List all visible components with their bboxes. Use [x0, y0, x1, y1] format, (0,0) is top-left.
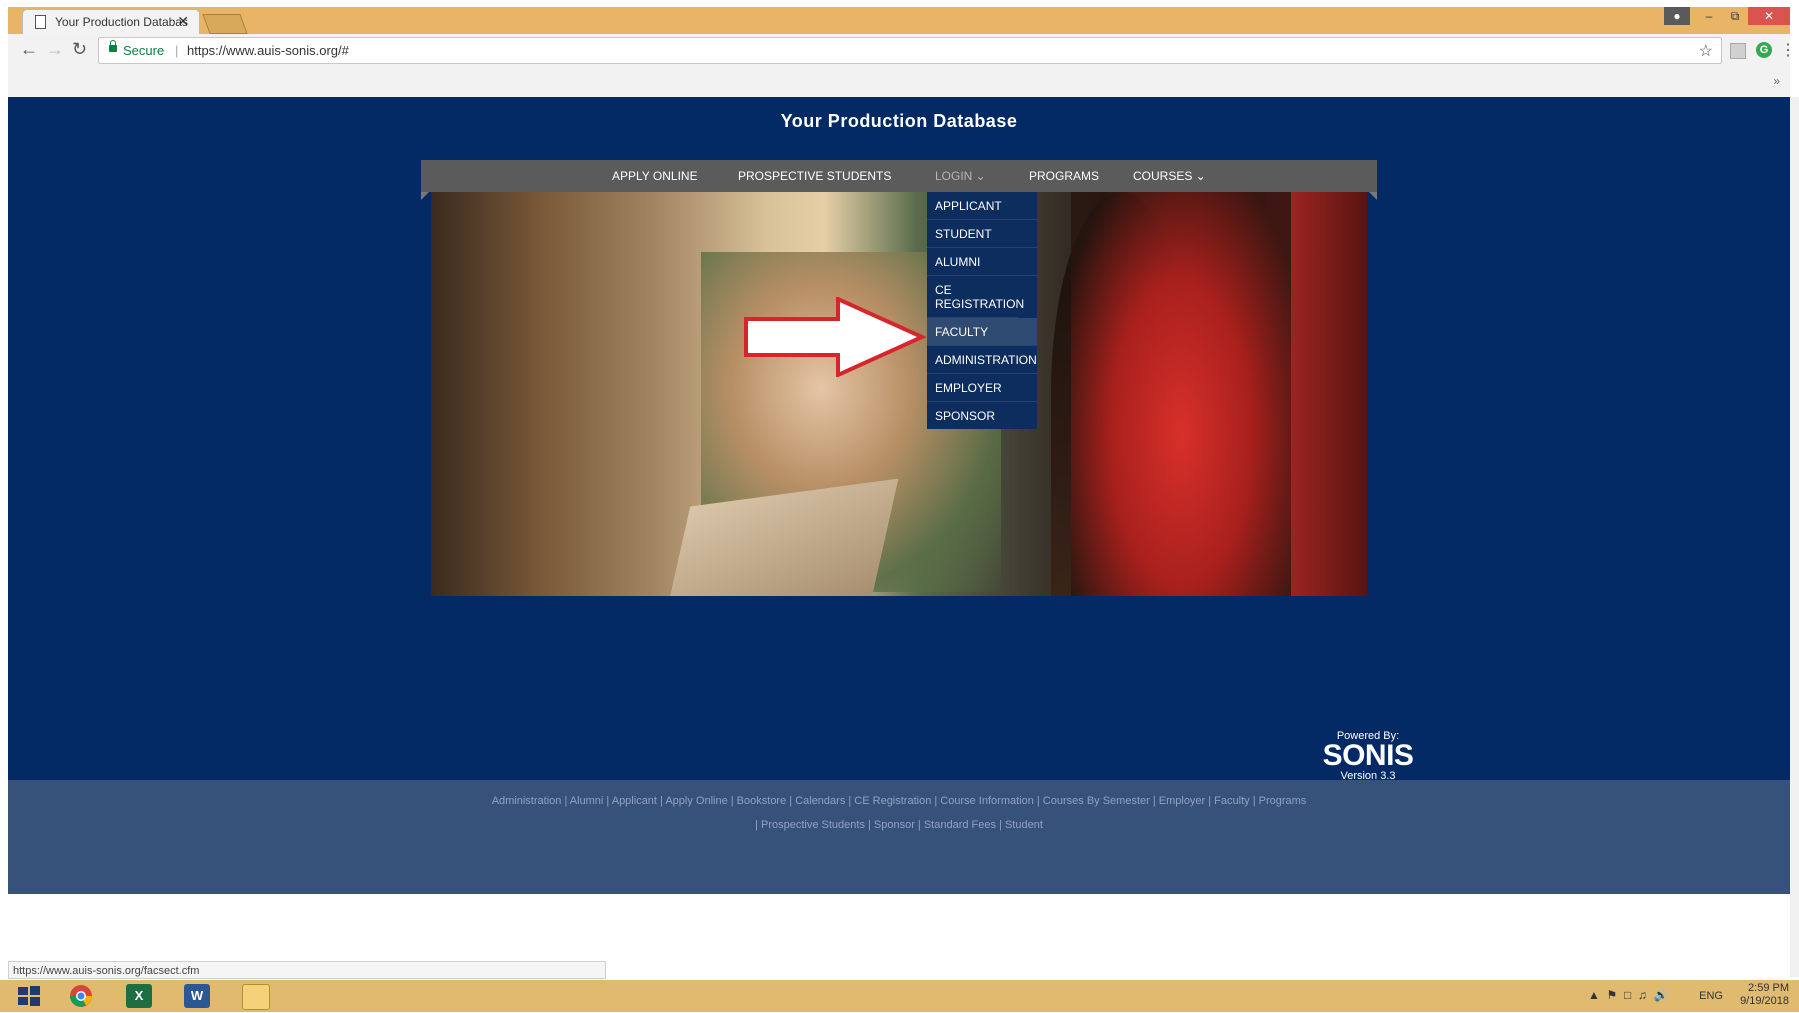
url-text[interactable]: https://www.auis-sonis.org/#	[187, 43, 349, 58]
main-nav: APPLY ONLINE PROSPECTIVE STUDENTS LOGIN …	[421, 160, 1377, 192]
restore-button[interactable]: ⧉	[1722, 7, 1748, 25]
file-explorer-taskbar-icon[interactable]	[242, 984, 270, 1010]
nav-login[interactable]: LOGIN ⌄	[935, 160, 986, 192]
login-dropdown: APPLICANT STUDENT ALUMNI CE REGISTRATION…	[927, 192, 1037, 429]
word-taskbar-icon[interactable]: W	[184, 984, 210, 1008]
clock-time: 2:59 PM	[1748, 982, 1789, 994]
tab-title: Your Production Databas	[55, 15, 188, 29]
bookmarks-overflow-icon[interactable]: »	[1773, 74, 1780, 88]
windows-start-icon[interactable]	[16, 984, 42, 1008]
nav-prospective-students[interactable]: PROSPECTIVE STUDENTS	[738, 160, 891, 192]
browser-toolbar: ← → ↻ Secure | https://www.auis-sonis.or…	[8, 34, 1796, 69]
login-menu-ce-registration[interactable]: CE REGISTRATION	[927, 276, 1024, 318]
reload-icon[interactable]: ↻	[72, 39, 87, 60]
secure-label: Secure	[123, 43, 165, 58]
minimize-button[interactable]: –	[1696, 7, 1722, 25]
login-menu-alumni[interactable]: ALUMNI	[927, 248, 1037, 276]
profile-icon[interactable]: ●	[1664, 7, 1690, 25]
forward-arrow-icon[interactable]: →	[46, 39, 64, 60]
clock-date: 9/19/2018	[1740, 995, 1789, 1007]
window-controls: ● – ⧉ ✕	[1664, 7, 1790, 25]
os-taskbar: X W ▲ ⚑ □ ♫ 🔊 ENG 2:59 PM 9/19/2018	[0, 980, 1799, 1012]
nav-corner-left	[421, 192, 429, 200]
back-arrow-icon[interactable]: ←	[20, 39, 38, 60]
page-scrollbar[interactable]	[1790, 97, 1799, 977]
nav-apply-online[interactable]: APPLY ONLINE	[612, 160, 698, 192]
status-url-tooltip: https://www.auis-sonis.org/facsect.cfm	[8, 961, 606, 979]
login-menu-administration[interactable]: ADMINISTRATION	[927, 346, 1037, 374]
bookmarks-bar: »	[8, 68, 1790, 97]
clock[interactable]: 2:59 PM 9/19/2018	[1740, 982, 1789, 1008]
sonis-logo: SONIS	[1322, 739, 1414, 772]
grammarly-icon[interactable]: G	[1756, 42, 1772, 58]
address-separator: |	[175, 43, 179, 58]
nav-courses[interactable]: COURSES ⌄	[1133, 160, 1206, 192]
system-tray-icons[interactable]: ▲ ⚑ □ ♫ 🔊	[1588, 988, 1669, 1002]
page-body: Your Production Database APPLY ONLINE PR…	[8, 97, 1790, 894]
browser-titlebar: Your Production Databas ✕ ● – ⧉ ✕	[8, 7, 1790, 34]
chrome-taskbar-icon[interactable]	[68, 984, 94, 1008]
extension-icon[interactable]	[1730, 43, 1746, 59]
lock-icon	[109, 40, 117, 52]
browser-tab[interactable]: Your Production Databas ✕	[22, 9, 200, 34]
login-menu-student[interactable]: STUDENT	[927, 220, 1037, 248]
page-icon	[35, 15, 46, 29]
nav-programs[interactable]: PROGRAMS	[1029, 160, 1099, 192]
browser-menu-icon[interactable]: ⋮	[1780, 40, 1796, 60]
tab-close-icon[interactable]: ✕	[177, 13, 189, 30]
bookmark-star-icon[interactable]: ☆	[1699, 41, 1713, 61]
language-indicator[interactable]: ENG	[1699, 990, 1723, 1003]
hero-image	[431, 192, 1367, 596]
page-title: Your Production Database	[780, 111, 1018, 131]
new-tab-button[interactable]	[202, 14, 248, 34]
red-arrow-annotation	[744, 297, 926, 377]
hero-tablet	[663, 478, 899, 596]
address-bar[interactable]: Secure | https://www.auis-sonis.org/# ☆	[98, 37, 1722, 64]
powered-by-logo: Powered By: SONIS Version 3.3	[1318, 730, 1418, 782]
login-menu-applicant[interactable]: APPLICANT	[927, 192, 1037, 220]
login-menu-employer[interactable]: EMPLOYER	[927, 374, 1037, 402]
close-window-button[interactable]: ✕	[1748, 7, 1790, 25]
login-menu-faculty[interactable]: FACULTY	[927, 318, 1037, 346]
footer-links-row-2[interactable]: | Prospective Students | Sponsor | Stand…	[8, 819, 1790, 831]
nav-corner-right	[1369, 192, 1377, 200]
hero-person-right	[1071, 192, 1291, 596]
excel-taskbar-icon[interactable]: X	[126, 984, 152, 1008]
footer: Administration | Alumni | Applicant | Ap…	[8, 780, 1790, 894]
login-menu-sponsor[interactable]: SPONSOR	[927, 402, 1037, 429]
footer-links-row-1[interactable]: Administration | Alumni | Applicant | Ap…	[8, 795, 1790, 807]
